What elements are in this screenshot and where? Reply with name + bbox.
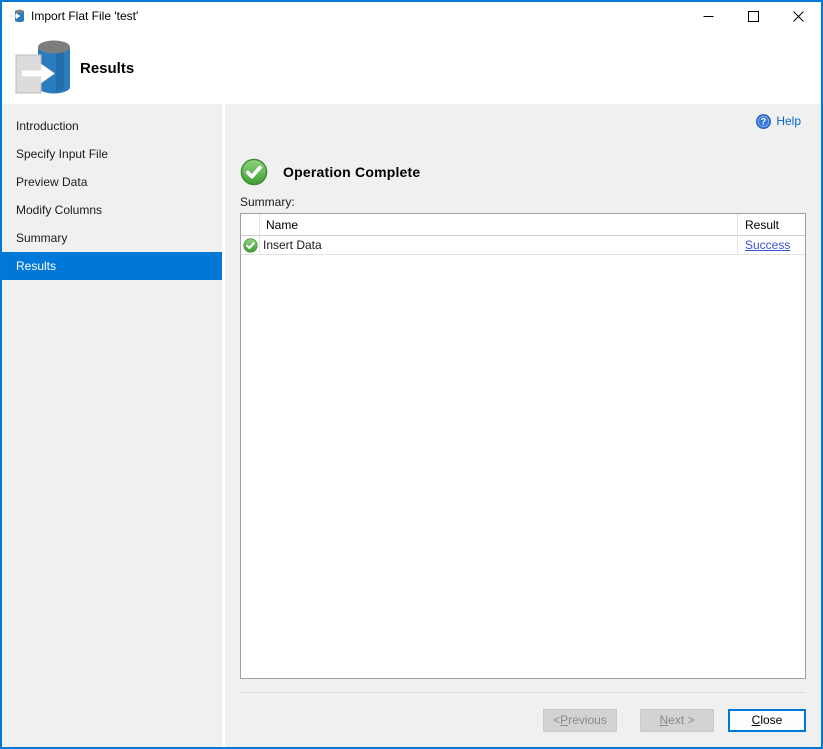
import-flat-file-icon bbox=[14, 35, 72, 102]
main-panel: ? Help Operation Complete Summary: Name … bbox=[225, 104, 821, 747]
close-icon bbox=[793, 11, 804, 22]
title-bar: Import Flat File 'test' bbox=[2, 2, 821, 30]
svg-text:?: ? bbox=[761, 116, 766, 126]
maximize-button[interactable] bbox=[731, 2, 776, 30]
sidebar-item-label: Results bbox=[16, 259, 56, 273]
footer-button-bar: < Previous Next > Close bbox=[240, 693, 806, 747]
name-column-header: Name bbox=[260, 214, 738, 236]
button-label-part: C bbox=[752, 713, 761, 727]
table-empty-area bbox=[241, 255, 805, 678]
previous-button[interactable]: < Previous bbox=[543, 709, 617, 732]
import-flat-file-wizard-window: Import Flat File 'test' Results bbox=[0, 0, 823, 749]
success-result-link[interactable]: Success bbox=[745, 238, 790, 252]
help-link[interactable]: ? Help bbox=[756, 114, 801, 129]
wizard-body: Introduction Specify Input File Preview … bbox=[2, 104, 821, 747]
operation-status-title: Operation Complete bbox=[283, 164, 420, 180]
page-title: Results bbox=[80, 60, 134, 77]
sidebar-item-specify-input-file[interactable]: Specify Input File bbox=[2, 140, 222, 168]
sidebar-item-preview-data[interactable]: Preview Data bbox=[2, 168, 222, 196]
success-icon bbox=[240, 158, 268, 186]
close-window-button[interactable] bbox=[776, 2, 821, 30]
sidebar-item-results[interactable]: Results bbox=[2, 252, 222, 280]
button-label-part: ext > bbox=[668, 713, 694, 727]
minimize-button[interactable] bbox=[686, 2, 731, 30]
table-row: Insert Data Success bbox=[241, 236, 805, 255]
window-title: Import Flat File 'test' bbox=[31, 9, 138, 23]
success-icon bbox=[243, 238, 258, 253]
sidebar-item-label: Introduction bbox=[16, 119, 79, 133]
help-row: ? Help bbox=[240, 111, 806, 131]
maximize-icon bbox=[748, 11, 759, 22]
sidebar-item-label: Preview Data bbox=[16, 175, 87, 189]
help-icon: ? bbox=[756, 114, 771, 129]
wizard-header: Results bbox=[2, 30, 821, 104]
sidebar-item-introduction[interactable]: Introduction bbox=[2, 112, 222, 140]
button-label-part: P bbox=[560, 713, 568, 727]
sidebar-item-label: Summary bbox=[16, 231, 67, 245]
wizard-steps-sidebar: Introduction Specify Input File Preview … bbox=[2, 104, 222, 747]
sidebar-item-label: Specify Input File bbox=[16, 147, 108, 161]
table-header-row: Name Result bbox=[241, 214, 805, 236]
summary-label: Summary: bbox=[240, 195, 806, 210]
button-label-part: lose bbox=[760, 713, 782, 727]
row-name-cell: Insert Data bbox=[260, 236, 738, 254]
minimize-icon bbox=[703, 11, 714, 22]
row-status-cell bbox=[241, 236, 260, 254]
button-label-part: < bbox=[553, 713, 560, 727]
help-label: Help bbox=[776, 114, 801, 128]
button-label-part: revious bbox=[568, 713, 607, 727]
close-button[interactable]: Close bbox=[728, 709, 806, 732]
next-button[interactable]: Next > bbox=[640, 709, 714, 732]
result-column-header: Result bbox=[738, 214, 805, 236]
sidebar-item-modify-columns[interactable]: Modify Columns bbox=[2, 196, 222, 224]
button-label-part: N bbox=[659, 713, 668, 727]
sidebar-item-summary[interactable]: Summary bbox=[2, 224, 222, 252]
sidebar-item-label: Modify Columns bbox=[16, 203, 102, 217]
status-column-header bbox=[241, 214, 260, 236]
summary-table: Name Result Insert Data Success bbox=[240, 213, 806, 679]
operation-status-row: Operation Complete bbox=[240, 158, 806, 186]
row-result-cell: Success bbox=[738, 236, 805, 254]
app-icon bbox=[10, 8, 26, 24]
